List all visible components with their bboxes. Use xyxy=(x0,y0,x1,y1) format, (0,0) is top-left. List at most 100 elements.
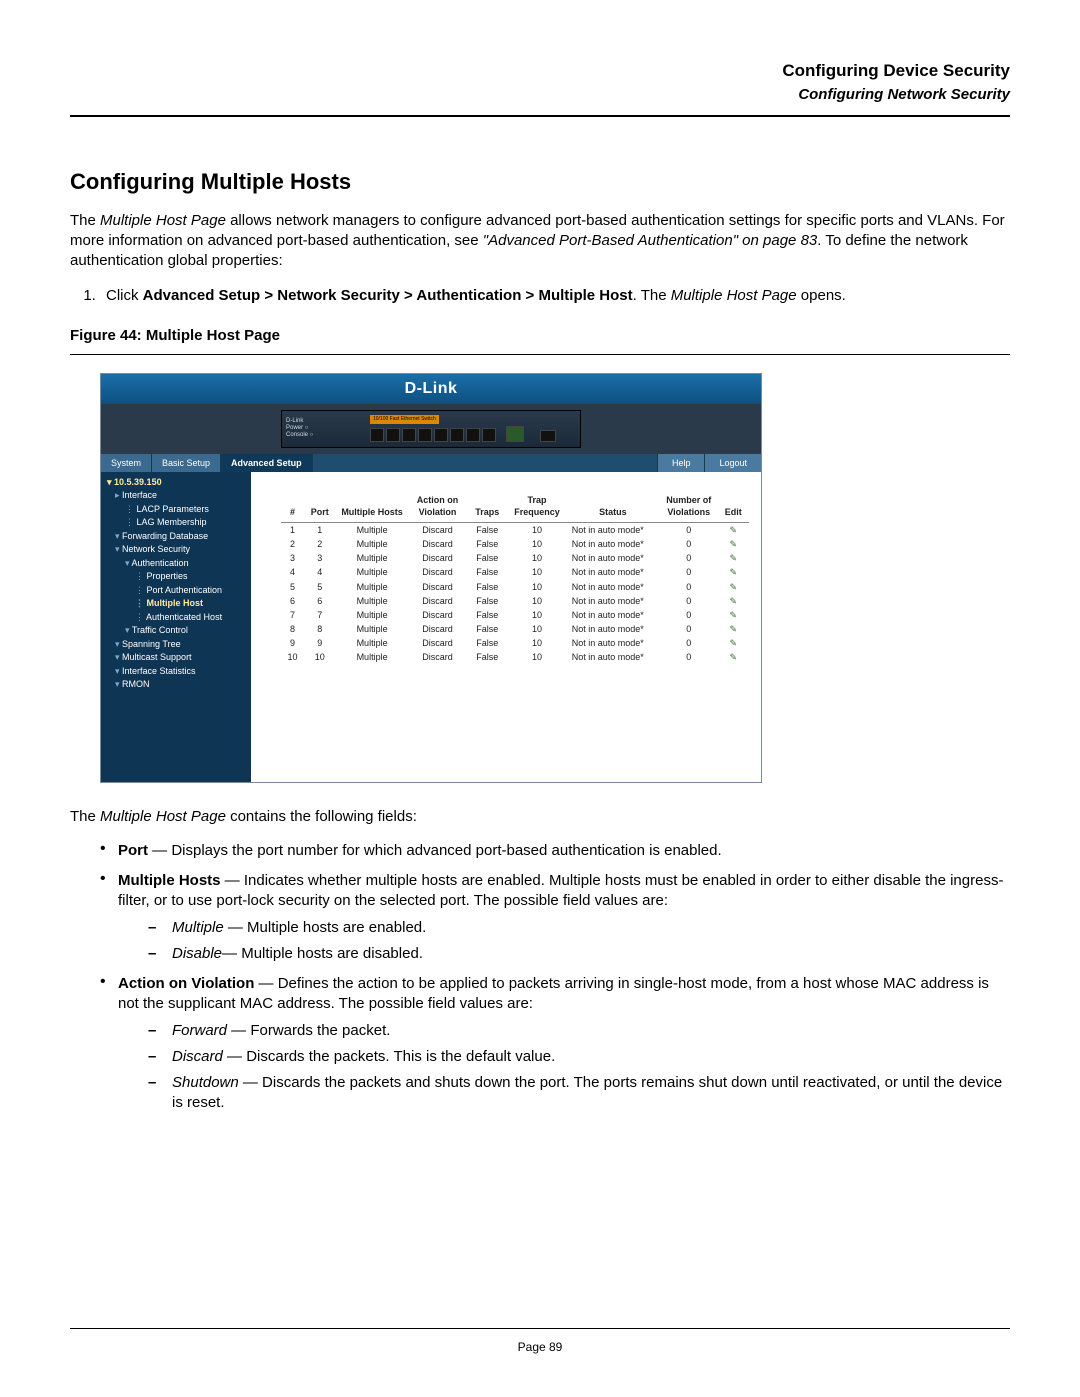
edit-icon[interactable]: ✎ xyxy=(730,651,738,663)
th-status: Status xyxy=(566,492,660,523)
tab-system[interactable]: System xyxy=(101,454,152,472)
table-row: 66MultipleDiscardFalse10Not in auto mode… xyxy=(281,594,749,608)
cell-mh: Multiple xyxy=(335,636,408,650)
field-aov-name: Action on Violation xyxy=(118,975,254,992)
cell-mh: Multiple xyxy=(335,580,408,594)
help-button[interactable]: Help xyxy=(657,454,705,472)
header-line1: Configuring Device Security xyxy=(70,60,1010,83)
edit-icon[interactable]: ✎ xyxy=(730,637,738,649)
edit-icon[interactable]: ✎ xyxy=(730,609,738,621)
tab-basic-setup[interactable]: Basic Setup xyxy=(152,454,221,472)
cell-tf: 10 xyxy=(508,622,566,636)
tree-port-auth[interactable]: ⋮ Port Authentication xyxy=(107,584,245,598)
fields-list: Port — Displays the port number for whic… xyxy=(70,841,1010,1114)
cell-port: 4 xyxy=(304,565,335,579)
cell-aov: Discard xyxy=(409,622,467,636)
step1-mid: . The xyxy=(633,287,671,304)
tree-item-label: Interface xyxy=(122,490,157,500)
opt-v: — Discards the packets. This is the defa… xyxy=(223,1048,555,1065)
tree-lacp[interactable]: ⋮ LACP Parameters xyxy=(107,503,245,517)
cell-edit[interactable]: ✎ xyxy=(718,537,749,551)
cell-edit[interactable]: ✎ xyxy=(718,622,749,636)
table-row: 11MultipleDiscardFalse10Not in auto mode… xyxy=(281,523,749,538)
opt-k: Forward xyxy=(172,1022,227,1039)
tree-traffic[interactable]: ▾ Traffic Control xyxy=(107,624,245,638)
cell-tf: 10 xyxy=(508,594,566,608)
cell-port: 5 xyxy=(304,580,335,594)
tree-properties[interactable]: ⋮ Properties xyxy=(107,570,245,584)
cell-mh: Multiple xyxy=(335,565,408,579)
th-nv: Number of Violations xyxy=(660,492,718,523)
tree-mcast[interactable]: ▾ Multicast Support xyxy=(107,651,245,665)
cell-aov: Discard xyxy=(409,551,467,565)
cell-traps: False xyxy=(466,565,508,579)
step1-lead: Click xyxy=(106,287,143,304)
tree-interface[interactable]: ▸ Interface xyxy=(107,489,245,503)
tree-multiple-host[interactable]: ⋮ Multiple Host xyxy=(107,597,245,611)
tree-ifstats[interactable]: ▾ Interface Statistics xyxy=(107,665,245,679)
port-icon xyxy=(482,428,496,442)
cell-mh: Multiple xyxy=(335,594,408,608)
cell-edit[interactable]: ✎ xyxy=(718,650,749,664)
nav-tree[interactable]: ▾ 10.5.39.150 ▸ Interface ⋮ LACP Paramet… xyxy=(101,472,251,782)
cell-edit[interactable]: ✎ xyxy=(718,580,749,594)
tab-advanced-setup[interactable]: Advanced Setup xyxy=(221,454,313,472)
edit-icon[interactable]: ✎ xyxy=(730,552,738,564)
tree-lag[interactable]: ⋮ LAG Membership xyxy=(107,516,245,530)
table-body: 11MultipleDiscardFalse10Not in auto mode… xyxy=(281,523,749,665)
edit-icon[interactable]: ✎ xyxy=(730,595,738,607)
opt: Multiple — Multiple hosts are enabled. xyxy=(148,918,1010,938)
section-title: Configuring Multiple Hosts xyxy=(70,167,1010,197)
device-ports xyxy=(370,426,576,442)
cell-status: Not in auto mode* xyxy=(566,551,660,565)
cell-edit[interactable]: ✎ xyxy=(718,565,749,579)
cell-edit[interactable]: ✎ xyxy=(718,608,749,622)
opt-k: Discard xyxy=(172,1048,223,1065)
tree-fdb[interactable]: ▾ Forwarding Database xyxy=(107,530,245,544)
edit-icon[interactable]: ✎ xyxy=(730,538,738,550)
cell-tf: 10 xyxy=(508,551,566,565)
cell-nv: 0 xyxy=(660,565,718,579)
uplink-port-icon xyxy=(506,426,524,442)
cell-mh: Multiple xyxy=(335,551,408,565)
cell-port: 8 xyxy=(304,622,335,636)
cell-edit[interactable]: ✎ xyxy=(718,594,749,608)
figure-rule xyxy=(70,354,1010,355)
table-row: 33MultipleDiscardFalse10Not in auto mode… xyxy=(281,551,749,565)
tree-ip[interactable]: ▾ 10.5.39.150 xyxy=(107,476,245,490)
cell-status: Not in auto mode* xyxy=(566,523,660,538)
tree-netsec[interactable]: ▾ Network Security xyxy=(107,543,245,557)
edit-icon[interactable]: ✎ xyxy=(730,524,738,536)
tree-item-label: Authentication xyxy=(132,558,189,568)
edit-icon[interactable]: ✎ xyxy=(730,566,738,578)
cell-traps: False xyxy=(466,594,508,608)
tree-rmon[interactable]: ▾ RMON xyxy=(107,678,245,692)
table-row: 55MultipleDiscardFalse10Not in auto mode… xyxy=(281,580,749,594)
tree-item-label: Interface Statistics xyxy=(122,666,196,676)
tab-spacer xyxy=(313,454,657,472)
table-row: 77MultipleDiscardFalse10Not in auto mode… xyxy=(281,608,749,622)
page-footer: Page 89 xyxy=(0,1328,1080,1357)
logout-button[interactable]: Logout xyxy=(704,454,761,472)
field-mh-opts: Multiple — Multiple hosts are enabled. D… xyxy=(118,918,1010,965)
field-mh-text: — Indicates whether multiple hosts are e… xyxy=(118,872,1003,909)
cell-edit[interactable]: ✎ xyxy=(718,523,749,538)
cell-edit[interactable]: ✎ xyxy=(718,551,749,565)
opt-k: Disable xyxy=(172,945,222,962)
cell-aov: Discard xyxy=(409,537,467,551)
tree-auth[interactable]: ▾ Authentication xyxy=(107,557,245,571)
edit-icon[interactable]: ✎ xyxy=(730,581,738,593)
cell-traps: False xyxy=(466,523,508,538)
tree-stp[interactable]: ▾ Spanning Tree xyxy=(107,638,245,652)
tree-item-label: LAG Membership xyxy=(137,517,207,527)
cell-nv: 0 xyxy=(660,594,718,608)
tree-auth-host[interactable]: ⋮ Authenticated Host xyxy=(107,611,245,625)
cell-edit[interactable]: ✎ xyxy=(718,636,749,650)
cell-traps: False xyxy=(466,551,508,565)
cell-nv: 0 xyxy=(660,636,718,650)
header-rule xyxy=(70,115,1010,117)
cell-tf: 10 xyxy=(508,608,566,622)
edit-icon[interactable]: ✎ xyxy=(730,623,738,635)
intro-ref: "Advanced Port-Based Authentication" on … xyxy=(483,232,818,249)
field-port-name: Port xyxy=(118,842,148,859)
